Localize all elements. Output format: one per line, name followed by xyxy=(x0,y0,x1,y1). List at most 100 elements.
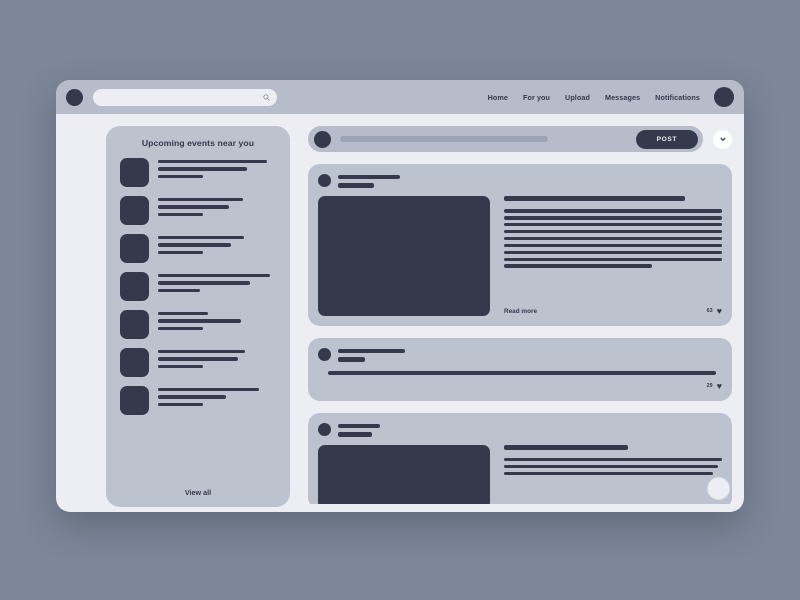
event-list-item[interactable] xyxy=(120,196,276,225)
feed-column: POST Read more 63 ♥ 29 ♥ xyxy=(308,126,732,512)
event-thumbnail xyxy=(120,158,149,187)
event-list-item[interactable] xyxy=(120,272,276,301)
user-avatar[interactable] xyxy=(714,87,734,107)
event-list-item[interactable] xyxy=(120,348,276,377)
placeholder-bar xyxy=(338,348,405,354)
placeholder-bar xyxy=(504,471,714,476)
event-list-item[interactable] xyxy=(120,310,276,339)
view-all-link[interactable]: View all xyxy=(120,480,276,507)
placeholder-bar xyxy=(338,183,374,188)
placeholder-bar xyxy=(504,444,629,450)
placeholder-bar xyxy=(158,388,260,392)
browser-window: Home For you Upload Messages Notificatio… xyxy=(56,80,744,512)
event-list xyxy=(120,158,276,480)
event-list-item[interactable] xyxy=(120,234,276,263)
placeholder-bar xyxy=(504,243,722,248)
placeholder-bar xyxy=(504,236,722,241)
like-count: 29 xyxy=(706,383,713,390)
post-author-avatar[interactable] xyxy=(318,422,331,436)
composer-avatar xyxy=(314,130,331,148)
post-text-placeholder xyxy=(504,444,722,476)
page-content: Upcoming events near you View all POST R… xyxy=(56,114,744,512)
floating-action-button[interactable] xyxy=(707,477,730,500)
placeholder-bar xyxy=(158,250,203,255)
placeholder-bar xyxy=(158,174,203,179)
post-body xyxy=(318,444,722,509)
event-thumbnail xyxy=(120,272,149,301)
nav-item-notifications[interactable]: Notifications xyxy=(655,93,700,102)
composer-input[interactable] xyxy=(340,136,548,142)
post-text-placeholder xyxy=(504,195,722,268)
placeholder-bar xyxy=(504,257,722,261)
nav-item-messages[interactable]: Messages xyxy=(605,93,640,102)
post-button[interactable]: POST xyxy=(635,129,698,149)
placeholder-bar xyxy=(504,250,722,255)
event-text-placeholder xyxy=(158,386,276,407)
post-media[interactable] xyxy=(318,444,490,509)
event-list-item[interactable] xyxy=(120,386,276,415)
post-header xyxy=(318,422,722,437)
nav-item-for-you[interactable]: For you xyxy=(523,93,550,102)
event-list-item[interactable] xyxy=(120,158,276,187)
like-count: 63 xyxy=(706,308,713,315)
nav-item-upload[interactable]: Upload xyxy=(565,93,590,102)
post-composer[interactable]: POST xyxy=(308,126,703,152)
event-thumbnail xyxy=(120,196,149,225)
main-nav: Home For you Upload Messages Notificatio… xyxy=(488,80,700,114)
event-text-placeholder xyxy=(158,348,276,369)
event-thumbnail xyxy=(120,386,149,415)
post-media[interactable] xyxy=(318,195,490,316)
heart-icon[interactable]: ♥ xyxy=(717,381,722,391)
event-thumbnail xyxy=(120,348,149,377)
post-author-avatar[interactable] xyxy=(318,347,331,361)
placeholder-bar xyxy=(158,160,267,164)
placeholder-bar xyxy=(338,175,400,180)
placeholder-bar xyxy=(504,229,722,234)
post-card[interactable] xyxy=(308,412,732,509)
post-body: Read more 63 ♥ xyxy=(318,195,722,316)
like-group: 29 ♥ xyxy=(706,381,722,391)
placeholder-bar xyxy=(158,364,203,369)
placeholder-bar xyxy=(504,458,722,462)
placeholder-bar xyxy=(338,432,372,437)
placeholder-bar xyxy=(158,236,245,240)
nav-item-home[interactable]: Home xyxy=(488,93,508,102)
placeholder-bar xyxy=(158,319,241,323)
heart-icon[interactable]: ♥ xyxy=(717,306,722,316)
sidebar-title: Upcoming events near you xyxy=(141,138,255,148)
placeholder-bar xyxy=(158,402,203,407)
event-text-placeholder xyxy=(158,272,276,293)
search-icon xyxy=(263,93,270,101)
placeholder-bar xyxy=(504,464,718,469)
post-author-placeholder xyxy=(338,348,405,362)
placeholder-bar xyxy=(158,243,232,247)
placeholder-bar xyxy=(158,326,203,331)
post-text-column xyxy=(504,444,722,509)
read-more-link[interactable]: Read more xyxy=(504,308,537,315)
placeholder-bar xyxy=(504,195,685,201)
placeholder-bar xyxy=(158,350,246,354)
post-card[interactable]: Read more 63 ♥ xyxy=(308,164,732,326)
post-author-placeholder xyxy=(338,174,400,188)
placeholder-bar xyxy=(504,223,722,227)
placeholder-bar xyxy=(158,274,271,278)
placeholder-bar xyxy=(158,167,247,171)
placeholder-bar xyxy=(338,357,365,362)
app-logo-avatar xyxy=(66,88,83,106)
post-header xyxy=(318,174,722,188)
event-thumbnail xyxy=(120,310,149,339)
event-text-placeholder xyxy=(158,196,276,217)
event-text-placeholder xyxy=(158,310,276,331)
post-author-avatar[interactable] xyxy=(318,174,331,187)
post-card[interactable]: 29 ♥ xyxy=(308,337,732,401)
top-navigation-bar: Home For you Upload Messages Notificatio… xyxy=(56,80,744,114)
placeholder-bar xyxy=(504,264,653,268)
placeholder-bar xyxy=(158,212,203,217)
search-input[interactable] xyxy=(93,88,277,106)
chevron-down-icon xyxy=(719,130,727,148)
expand-feed-button[interactable] xyxy=(713,129,732,149)
event-text-placeholder xyxy=(158,234,276,255)
post-footer: Read more 63 ♥ xyxy=(504,298,722,316)
like-group: 63 ♥ xyxy=(706,306,722,316)
placeholder-bar xyxy=(158,198,243,202)
